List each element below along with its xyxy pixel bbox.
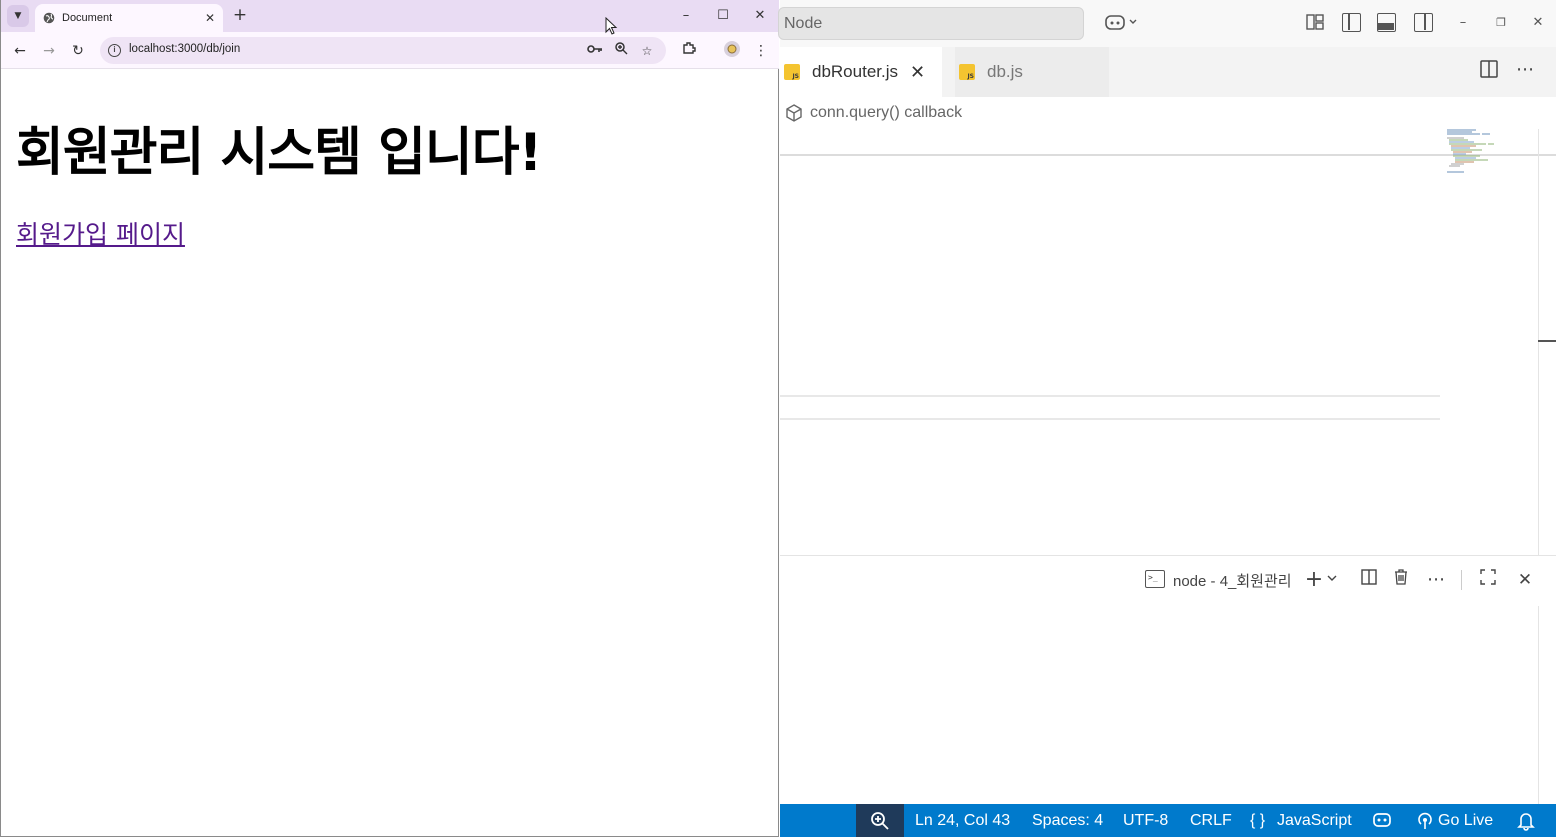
close-window-button[interactable]: ✕ xyxy=(747,6,773,26)
indentation-setting[interactable]: Spaces: 4 xyxy=(1032,804,1103,837)
tab-db[interactable]: db.js xyxy=(955,47,1109,97)
page-title: 회원관리 시스템 입니다! xyxy=(16,123,542,183)
js-file-icon xyxy=(784,64,800,80)
page-content: 회원관리 시스템 입니다! 회원가입 페이지 xyxy=(2,70,778,835)
tab-title: Document xyxy=(62,12,113,24)
method-cube-icon xyxy=(786,104,802,122)
sticky-scroll-divider xyxy=(780,154,1556,156)
forward-button[interactable]: → xyxy=(38,40,60,62)
maximize-panel-icon[interactable] xyxy=(1478,568,1498,592)
globe-icon xyxy=(43,12,55,24)
mouse-cursor-icon xyxy=(605,17,618,35)
command-center-text: Node xyxy=(784,15,823,32)
address-bar[interactable]: i localhost:3000/db/join ☆ xyxy=(100,37,666,64)
toggle-secondary-sidebar-icon[interactable] xyxy=(1414,13,1433,32)
scrollbar-cursor-marker xyxy=(1538,340,1556,342)
toggle-panel-icon[interactable] xyxy=(1377,13,1396,32)
zoom-icon[interactable] xyxy=(612,42,630,60)
browser-menu-icon[interactable]: ⋮ xyxy=(750,40,772,62)
breadcrumb-symbol[interactable]: conn.query() callback xyxy=(810,104,962,122)
browser-tab-strip: ▼ Document ✕ + – ☐ ✕ xyxy=(1,0,779,32)
url-text[interactable]: localhost:3000/db/join xyxy=(129,43,240,55)
new-tab-button[interactable]: + xyxy=(230,6,250,26)
toggle-primary-sidebar-icon[interactable] xyxy=(1342,13,1361,32)
cursor-position[interactable]: Ln 24, Col 43 xyxy=(915,804,1010,837)
back-button[interactable]: ← xyxy=(9,40,31,62)
breadcrumb: conn.query() callback xyxy=(780,97,1556,129)
new-terminal-icon[interactable]: + xyxy=(1304,568,1324,592)
vscode-minimize-button[interactable]: – xyxy=(1453,12,1473,34)
code-editor[interactable] xyxy=(780,129,1556,555)
close-tab-icon[interactable]: ✕ xyxy=(910,62,925,83)
more-actions-icon[interactable]: ⋯ xyxy=(1513,59,1537,81)
site-info-icon[interactable]: i xyxy=(108,44,121,57)
editor-scrollbar[interactable] xyxy=(1538,129,1539,555)
close-panel-icon[interactable]: ✕ xyxy=(1515,568,1535,592)
terminal-dropdown-chevron-icon[interactable] xyxy=(1325,568,1339,592)
maximize-button[interactable]: ☐ xyxy=(710,6,736,26)
vscode-restore-button[interactable]: ❐ xyxy=(1491,12,1511,34)
line-ending[interactable]: CRLF xyxy=(1190,804,1232,837)
tab-dbrouter[interactable]: dbRouter.js ✕ xyxy=(780,47,942,97)
terminal-icon: >_ xyxy=(1145,570,1165,588)
vscode-titlebar: Node – ❐ ✕ xyxy=(778,0,1556,46)
split-terminal-icon[interactable] xyxy=(1359,568,1379,592)
notifications-bell-icon[interactable] xyxy=(1517,811,1535,831)
command-center-search[interactable]: Node xyxy=(778,7,1084,40)
signup-page-link[interactable]: 회원가입 페이지 xyxy=(16,215,185,251)
terminal-scrollbar[interactable] xyxy=(1538,606,1539,805)
password-key-icon[interactable] xyxy=(586,42,604,60)
minimap[interactable] xyxy=(1446,129,1496,175)
bookmark-star-icon[interactable]: ☆ xyxy=(638,42,656,60)
panel-more-actions-icon[interactable]: ⋯ xyxy=(1424,568,1448,592)
copilot-status-icon[interactable] xyxy=(1372,811,1392,831)
profile-avatar-icon[interactable] xyxy=(721,40,743,62)
extensions-icon[interactable] xyxy=(678,40,700,62)
terminal-name[interactable]: node - 4_회원관리 xyxy=(1173,570,1292,591)
status-bar: Ln 24, Col 43 Spaces: 4 UTF-8 CRLF { } J… xyxy=(780,804,1556,837)
copilot-icon[interactable] xyxy=(1102,12,1142,34)
panel-header-divider xyxy=(1461,570,1462,590)
browser-window: ▼ Document ✕ + – ☐ ✕ ← → ↻ i localhost:3… xyxy=(0,0,779,837)
tab-search-button[interactable]: ▼ xyxy=(7,5,29,27)
vscode-close-button[interactable]: ✕ xyxy=(1528,12,1548,34)
minimize-button[interactable]: – xyxy=(673,6,699,26)
js-file-icon xyxy=(959,64,975,80)
reload-button[interactable]: ↻ xyxy=(67,40,89,62)
tab-label: db.js xyxy=(987,62,1023,81)
language-braces-icon: { } xyxy=(1250,812,1266,829)
file-encoding[interactable]: UTF-8 xyxy=(1123,804,1168,837)
customize-layout-icon[interactable] xyxy=(1305,12,1325,34)
tab-label: dbRouter.js xyxy=(812,62,898,81)
split-editor-icon[interactable] xyxy=(1479,59,1499,81)
terminal-panel: >_ node - 4_회원관리 + ⋯ ✕ xyxy=(780,555,1556,805)
zoom-in-icon xyxy=(871,811,889,830)
tab-close-icon[interactable]: ✕ xyxy=(201,11,219,25)
go-live-broadcast-icon xyxy=(1416,812,1434,830)
zoom-status-item[interactable] xyxy=(856,804,904,837)
vscode-window: Node – ❐ ✕ dbRouter.js ✕ db.js ⋯ conn. xyxy=(778,0,1556,837)
browser-tab-document[interactable]: Document ✕ xyxy=(35,4,223,32)
kill-terminal-trash-icon[interactable] xyxy=(1391,568,1411,592)
browser-toolbar: ← → ↻ i localhost:3000/db/join ☆ ⋮ xyxy=(1,32,779,69)
language-mode[interactable]: JavaScript xyxy=(1277,804,1352,837)
go-live-button[interactable]: Go Live xyxy=(1438,804,1493,837)
editor-tabs: dbRouter.js ✕ db.js ⋯ xyxy=(780,47,1556,97)
line-highlight xyxy=(780,395,1440,397)
line-highlight xyxy=(780,418,1440,420)
